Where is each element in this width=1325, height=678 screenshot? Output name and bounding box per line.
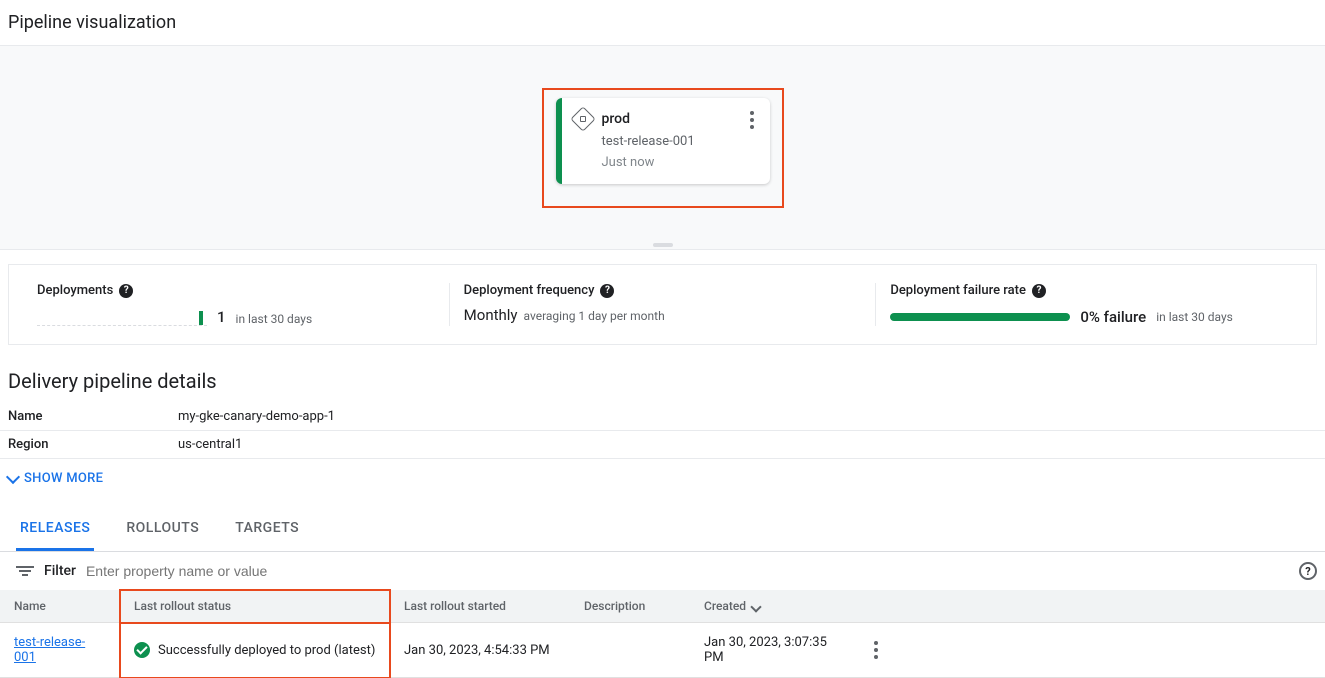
filter-icon <box>16 566 34 576</box>
details-title: Delivery pipeline details <box>0 345 1325 403</box>
metric-value: 1 <box>217 308 226 326</box>
target-card-prod[interactable]: prod test-release-001 Just now <box>556 98 770 184</box>
metric-suffix: averaging 1 day per month <box>524 309 665 323</box>
metric-label: Deployment frequency <box>464 283 595 298</box>
show-more-button[interactable]: SHOW MORE <box>0 459 1325 498</box>
page-title: Pipeline visualization <box>0 0 1325 45</box>
metric-label: Deployment failure rate <box>890 283 1026 298</box>
target-release: test-release-001 <box>602 134 760 149</box>
col-name[interactable]: Name <box>0 590 120 623</box>
metric-frequency: Deployment frequency ? Monthly averaging… <box>449 283 876 326</box>
release-link[interactable]: test-release-001 <box>14 635 85 665</box>
created-cell: Jan 30, 2023, 3:07:35 PM <box>690 623 850 678</box>
tab-releases[interactable]: RELEASES <box>16 508 94 551</box>
started-cell: Jan 30, 2023, 4:54:33 PM <box>390 623 570 678</box>
description-cell <box>570 623 690 678</box>
help-icon[interactable]: ? <box>119 284 133 298</box>
target-name: prod <box>602 111 630 127</box>
col-created[interactable]: Created <box>690 590 850 623</box>
tab-targets[interactable]: TARGETS <box>231 508 303 551</box>
tabs: RELEASES ROLLOUTS TARGETS <box>0 508 1325 552</box>
row-more-button[interactable] <box>864 638 888 662</box>
gke-icon <box>570 106 595 131</box>
help-icon[interactable]: ? <box>600 284 614 298</box>
resize-handle[interactable] <box>653 243 673 247</box>
metric-label: Deployments <box>37 283 113 298</box>
metric-suffix: in last 30 days <box>1156 310 1233 324</box>
filter-bar: Filter ? <box>0 552 1325 590</box>
visualization-canvas: prod test-release-001 Just now <box>0 45 1325 250</box>
chevron-down-icon <box>6 469 20 483</box>
info-icon[interactable]: ? <box>1299 562 1317 580</box>
target-time: Just now <box>602 155 760 170</box>
metric-value: Monthly <box>464 306 518 324</box>
col-started[interactable]: Last rollout started <box>390 590 570 623</box>
more-vert-icon[interactable] <box>740 108 764 132</box>
detail-value: us-central1 <box>170 431 1325 459</box>
metric-suffix: in last 30 days <box>236 312 313 326</box>
table-row: test-release-001 Successfully deployed t… <box>0 623 1325 678</box>
tab-rollouts[interactable]: ROLLOUTS <box>122 508 203 551</box>
help-icon[interactable]: ? <box>1032 284 1046 298</box>
detail-value: my-gke-canary-demo-app-1 <box>170 403 1325 431</box>
success-icon <box>134 642 150 658</box>
metric-value: 0% failure <box>1080 308 1146 326</box>
metric-deployments: Deployments ? 1 in last 30 days <box>23 283 449 326</box>
status-text: Successfully deployed to prod (latest) <box>158 643 375 658</box>
sparkline-chart <box>37 310 207 326</box>
filter-input[interactable] <box>86 563 1289 579</box>
filter-label: Filter <box>44 563 76 579</box>
metric-failure: Deployment failure rate ? 0% failure in … <box>875 283 1302 326</box>
failure-bar <box>890 313 1070 321</box>
metrics-panel: Deployments ? 1 in last 30 days Deployme… <box>8 264 1317 345</box>
details-table: Name my-gke-canary-demo-app-1 Region us-… <box>0 403 1325 459</box>
releases-table: Name Last rollout status Last rollout st… <box>0 590 1325 678</box>
highlight-annotation: prod test-release-001 Just now <box>542 88 784 208</box>
col-status[interactable]: Last rollout status <box>120 590 390 623</box>
sort-desc-icon <box>750 601 761 612</box>
col-actions <box>850 590 1325 623</box>
col-description[interactable]: Description <box>570 590 690 623</box>
detail-label: Name <box>0 403 170 431</box>
detail-label: Region <box>0 431 170 459</box>
